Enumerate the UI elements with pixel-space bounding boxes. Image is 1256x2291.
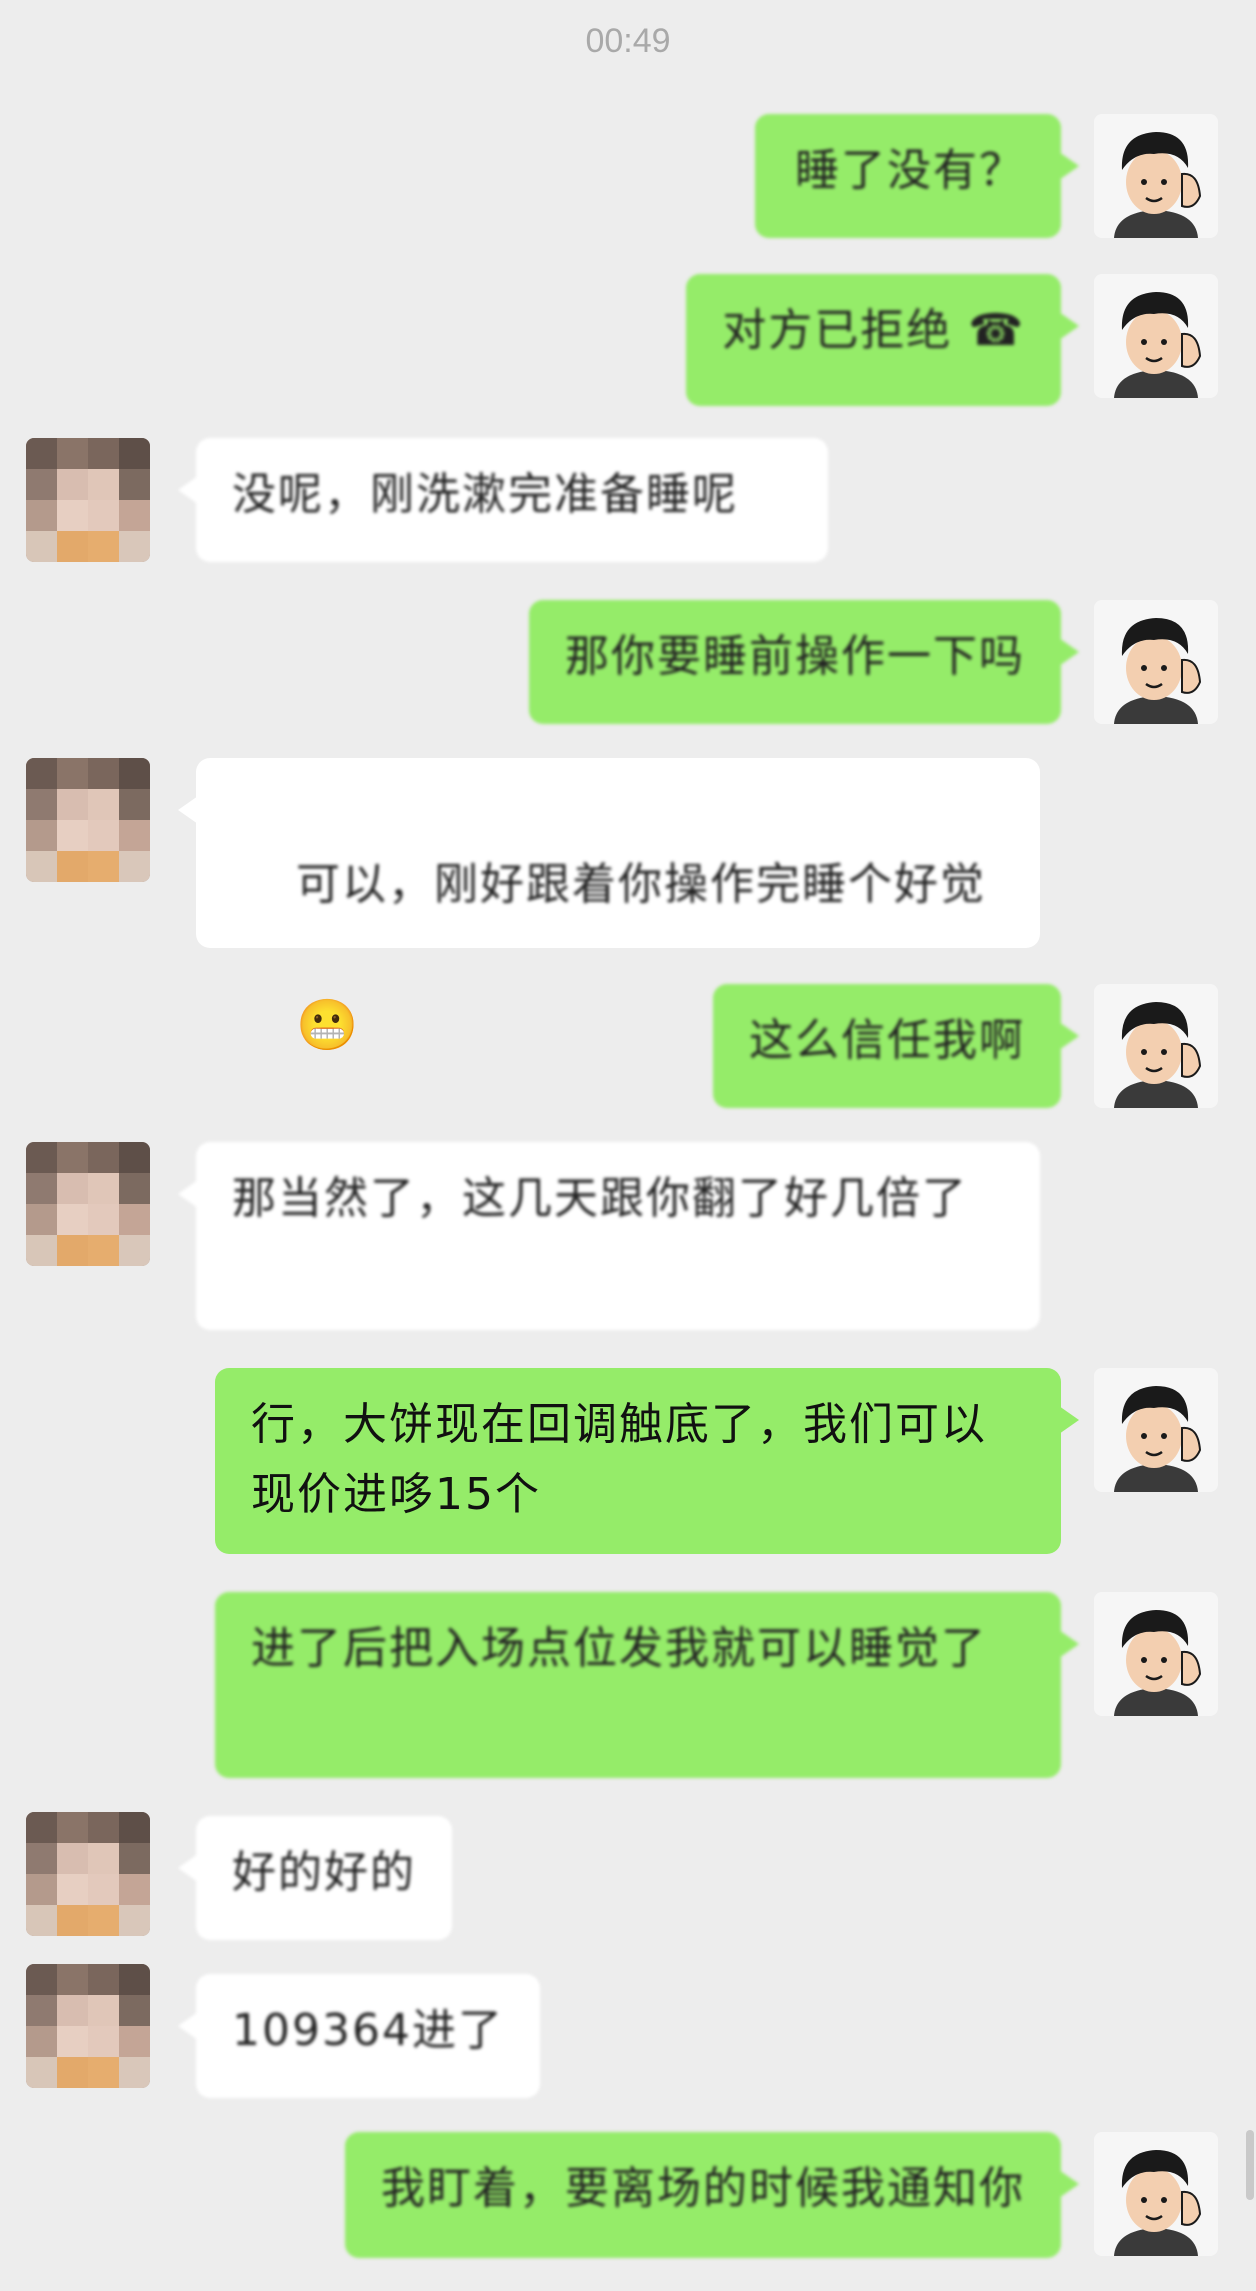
cartoon-boy-avatar-icon[interactable] xyxy=(1094,274,1218,398)
message-bubble-peer[interactable]: 可以，刚好跟着你操作完睡个好觉 😬 xyxy=(178,758,1040,1054)
pixelated-avatar-icon[interactable] xyxy=(26,1812,150,1936)
message-bubble-self[interactable]: 我盯着，要离场的时候我通知你 xyxy=(345,2132,1079,2258)
cartoon-boy-avatar-icon[interactable] xyxy=(1094,1368,1218,1492)
pixelated-avatar-icon[interactable] xyxy=(26,1964,150,2088)
cartoon-boy-avatar-icon[interactable] xyxy=(1094,1592,1218,1716)
scrollbar[interactable] xyxy=(1246,2130,1254,2200)
pixelated-avatar-icon[interactable] xyxy=(26,758,150,882)
message-bubble-self[interactable]: 行，大饼现在回调触底了，我们可以现价进哆15个 xyxy=(215,1368,1079,1554)
message-bubble-self[interactable]: 进了后把入场点位发我就可以睡觉了 xyxy=(215,1592,1079,1778)
cartoon-boy-avatar-icon[interactable] xyxy=(1094,2132,1218,2256)
message-bubble-self[interactable]: 对方已拒绝 ☎ xyxy=(686,274,1079,406)
cartoon-boy-avatar-icon[interactable] xyxy=(1094,600,1218,724)
message-bubble-self[interactable]: 那你要睡前操作一下吗 xyxy=(529,600,1079,724)
message-bubble-peer[interactable]: 好的好的 xyxy=(178,1816,452,1940)
status-time: 00:49 xyxy=(585,22,671,60)
message-bubble-self[interactable]: 睡了没有？ xyxy=(755,114,1079,238)
cartoon-boy-avatar-icon[interactable] xyxy=(1094,114,1218,238)
message-text: 可以，刚好跟着你操作完睡个好觉 xyxy=(295,859,986,910)
message-bubble-self[interactable]: 这么信任我啊 xyxy=(713,984,1079,1108)
message-bubble-peer[interactable]: 那当然了，这几天跟你翻了好几倍了 xyxy=(178,1142,1040,1330)
pixelated-avatar-icon[interactable] xyxy=(26,1142,150,1266)
grimacing-emoji-icon: 😬 xyxy=(295,996,361,1054)
cartoon-boy-avatar-icon[interactable] xyxy=(1094,984,1218,1108)
message-bubble-peer[interactable]: 109364进了 xyxy=(178,1974,540,2098)
pixelated-avatar-icon[interactable] xyxy=(26,438,150,562)
message-bubble-peer[interactable]: 没呢，刚洗漱完准备睡呢 xyxy=(178,438,828,562)
